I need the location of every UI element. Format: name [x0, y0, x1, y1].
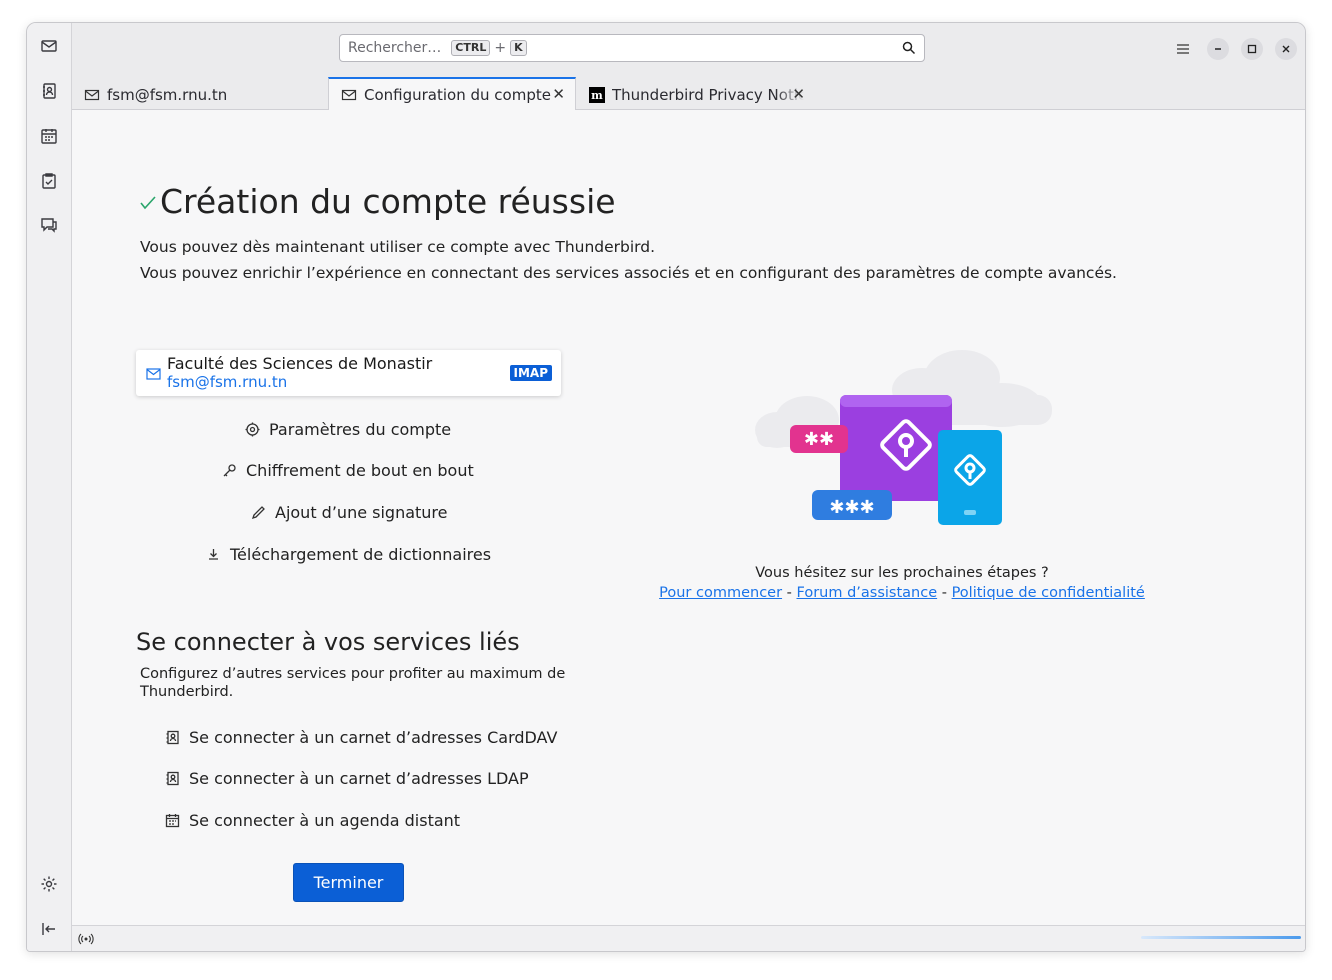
link-separator: -	[782, 585, 797, 601]
svg-text:✱✱✱: ✱✱✱	[829, 497, 874, 518]
linked-services-title: Se connecter à vos services liés	[136, 628, 520, 656]
status-bar	[72, 925, 1305, 951]
help-question: Vous hésitez sur les prochaines étapes ?	[755, 565, 1049, 581]
maximize-button[interactable]	[1241, 38, 1263, 60]
app-menu-icon[interactable]	[1172, 38, 1194, 60]
close-tab-icon[interactable]: ✕	[552, 85, 565, 103]
close-tab-icon[interactable]: ✕	[792, 85, 805, 103]
page-title: Création du compte réussie	[160, 182, 616, 221]
mail-icon	[84, 89, 100, 100]
address-book-icon	[166, 730, 179, 745]
key-icon	[223, 464, 236, 477]
address-book-icon	[166, 771, 179, 786]
download-icon	[209, 549, 218, 560]
mozilla-logo-icon: m	[589, 86, 605, 103]
end-to-end-encryption-link[interactable]: Chiffrement de bout en bout	[222, 461, 474, 480]
app-window: Rechercher… CTRL + K fsm@fsm.rnu.tn Conf…	[26, 22, 1306, 952]
action-label: Paramètres du compte	[269, 420, 452, 439]
download-dictionaries-link[interactable]: Téléchargement de dictionnaires	[206, 545, 491, 564]
mail-settings-icon	[341, 89, 357, 100]
account-setup-page: Création du compte réussie Vous pouvez d…	[72, 110, 1305, 925]
account-settings-link[interactable]: Paramètres du compte	[245, 420, 451, 439]
minimize-button[interactable]	[1207, 38, 1229, 60]
collapse-sidebar-icon[interactable]	[36, 916, 62, 942]
search-placeholder: Rechercher…	[348, 40, 442, 56]
mail-icon	[146, 368, 161, 380]
gear-icon	[245, 422, 260, 437]
connect-carddav-link[interactable]: Se connecter à un carnet d’adresses Card…	[165, 728, 557, 747]
connect-ldap-link[interactable]: Se connecter à un carnet d’adresses LDAP	[165, 769, 529, 788]
add-signature-link[interactable]: Ajout d’une signature	[251, 503, 448, 522]
settings-gear-icon[interactable]	[36, 871, 62, 897]
svg-text:m: m	[591, 89, 603, 102]
shortcut-key-ctrl: CTRL	[451, 40, 491, 56]
title-bar: Rechercher… CTRL + K	[72, 23, 1305, 74]
pencil-icon	[251, 506, 265, 520]
security-illustration: ✱✱ ✱✱✱	[755, 350, 1052, 525]
finish-button[interactable]: Terminer	[293, 863, 404, 902]
success-check-icon	[140, 196, 156, 210]
account-card: Faculté des Sciences de Monastir fsm@fsm…	[136, 350, 561, 396]
online-status-icon[interactable]	[78, 932, 94, 946]
svg-text:✱✱: ✱✱	[804, 429, 834, 450]
shortcut-plus: +	[494, 40, 507, 56]
tab-label: Thunderbird Privacy Notice	[612, 85, 804, 104]
service-label: Se connecter à un carnet d’adresses Card…	[189, 728, 558, 747]
connect-calendar-link[interactable]: Se connecter à un agenda distant	[165, 811, 460, 830]
calendar-icon	[165, 814, 180, 828]
tab-inbox[interactable]: fsm@fsm.rnu.tn	[72, 79, 327, 110]
address-book-icon[interactable]	[36, 78, 62, 104]
search-icon[interactable]	[902, 41, 916, 55]
tab-account-setup[interactable]: Configuration du compte ✕	[328, 77, 576, 110]
service-label: Se connecter à un agenda distant	[189, 811, 461, 830]
account-email: fsm@fsm.rnu.tn	[167, 373, 288, 391]
help-links: Pour commencer - Forum d’assistance - Po…	[632, 585, 1172, 601]
mail-icon[interactable]	[36, 33, 62, 59]
getting-started-link[interactable]: Pour commencer	[659, 585, 782, 601]
activity-progress-bar	[1141, 936, 1301, 939]
link-separator: -	[937, 585, 952, 601]
service-label: Se connecter à un carnet d’adresses LDAP	[189, 769, 529, 788]
search-input[interactable]: Rechercher… CTRL + K	[339, 34, 925, 62]
account-name: Faculté des Sciences de Monastir	[167, 354, 433, 373]
enrich-description: Vous pouvez enrichir l’expérience en con…	[140, 264, 1117, 282]
linked-services-subtitle: Configurez d’autres services pour profit…	[140, 666, 566, 700]
tab-label: Configuration du compte	[364, 85, 551, 104]
tab-bar: fsm@fsm.rnu.tn Configuration du compte ✕…	[72, 74, 1305, 110]
account-type-badge: IMAP	[509, 365, 552, 381]
close-window-button[interactable]	[1275, 38, 1297, 60]
privacy-policy-link[interactable]: Politique de confidentialité	[952, 585, 1145, 601]
action-label: Ajout d’une signature	[275, 503, 448, 522]
spaces-toolbar	[27, 23, 72, 951]
chat-icon[interactable]	[36, 212, 62, 238]
support-forum-link[interactable]: Forum d’assistance	[797, 585, 938, 601]
calendar-icon[interactable]	[36, 123, 62, 149]
action-label: Chiffrement de bout en bout	[246, 461, 474, 480]
tab-label: fsm@fsm.rnu.tn	[107, 85, 228, 104]
success-description: Vous pouvez dès maintenant utiliser ce c…	[140, 238, 656, 256]
tasks-icon[interactable]	[36, 168, 62, 194]
action-label: Téléchargement de dictionnaires	[230, 545, 492, 564]
shortcut-key-k: K	[510, 40, 527, 56]
tab-privacy-notice[interactable]: m Thunderbird Privacy Notice ✕	[577, 79, 825, 110]
